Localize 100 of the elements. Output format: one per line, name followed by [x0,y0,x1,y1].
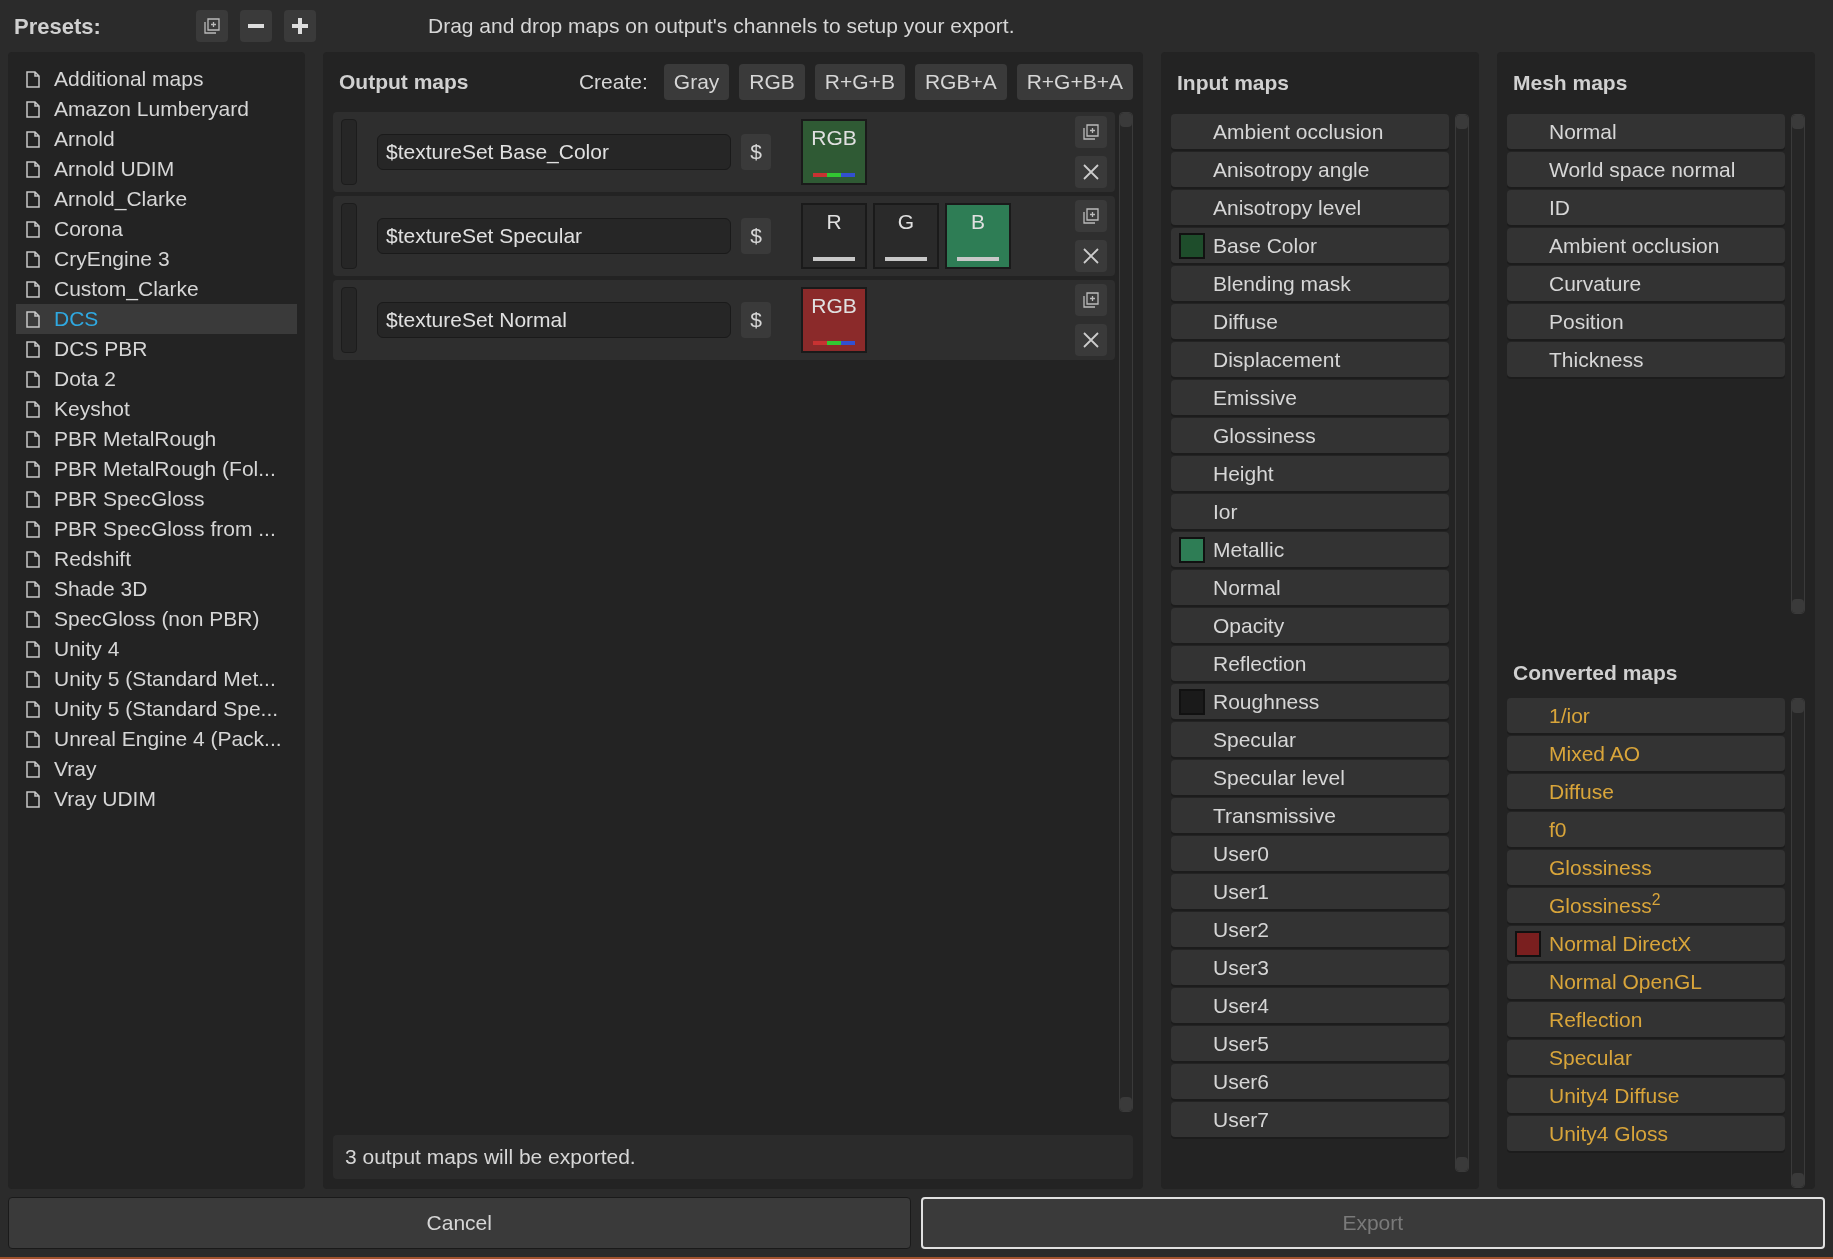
create-button[interactable]: RGB+A [914,64,1007,100]
preset-item[interactable]: Unity 5 (Standard Spe... [16,694,297,724]
map-list-item[interactable]: Glossiness [1507,850,1785,885]
map-list-item[interactable]: f0 [1507,812,1785,847]
map-list-item[interactable]: Glossiness$^{2}$ [1507,888,1785,923]
map-list-item[interactable]: Position [1507,304,1785,339]
map-list-item[interactable]: User4 [1171,988,1449,1023]
preset-item[interactable]: Shade 3D [16,574,297,604]
map-list-item[interactable]: Reflection [1171,646,1449,681]
preset-item[interactable]: Vray UDIM [16,784,297,814]
map-list-item[interactable]: Metallic [1171,532,1449,567]
map-list-item[interactable]: Roughness [1171,684,1449,719]
map-list-item[interactable]: World space normal [1507,152,1785,187]
map-list-item[interactable]: Blending mask [1171,266,1449,301]
preset-item[interactable]: Additional maps [16,64,297,94]
preset-item[interactable]: Unity 4 [16,634,297,664]
create-button[interactable]: R+G+B+A [1016,64,1133,100]
create-button[interactable]: R+G+B [814,64,905,100]
map-list-item[interactable]: Ior [1171,494,1449,529]
map-list-item[interactable]: User7 [1171,1102,1449,1137]
preset-item[interactable]: CryEngine 3 [16,244,297,274]
duplicate-button[interactable] [196,10,228,42]
map-list-item[interactable]: Displacement [1171,342,1449,377]
close-button[interactable] [1075,324,1107,356]
map-list-item[interactable]: User0 [1171,836,1449,871]
map-list-item[interactable]: Normal OpenGL [1507,964,1785,999]
map-list-item[interactable]: Specular [1171,722,1449,757]
channel-slot[interactable]: R [801,203,867,269]
map-list-item[interactable]: Diffuse [1171,304,1449,339]
map-list-item[interactable]: Height [1171,456,1449,491]
variable-button[interactable]: $ [741,218,771,254]
map-list-item[interactable]: Mixed AO [1507,736,1785,771]
preset-item[interactable]: DCS [16,304,297,334]
variable-button[interactable]: $ [741,134,771,170]
map-list-item[interactable]: User5 [1171,1026,1449,1061]
preset-item[interactable]: SpecGloss (non PBR) [16,604,297,634]
preset-item[interactable]: Amazon Lumberyard [16,94,297,124]
map-list-item[interactable]: Anisotropy level [1171,190,1449,225]
map-list-item[interactable]: Unity4 Diffuse [1507,1078,1785,1113]
map-list-item[interactable]: Unity4 Gloss [1507,1116,1785,1151]
map-label: Glossiness$^{2}$ [1549,889,1661,919]
preset-item[interactable]: Redshift [16,544,297,574]
remove-button[interactable] [240,10,272,42]
preset-item[interactable]: Arnold UDIM [16,154,297,184]
duplicate-button[interactable] [1075,284,1107,316]
preset-item[interactable]: Vray [16,754,297,784]
channel-slot[interactable]: RGB [801,287,867,353]
preset-item[interactable]: PBR SpecGloss from ... [16,514,297,544]
duplicate-button[interactable] [1075,200,1107,232]
add-button[interactable] [284,10,316,42]
map-list-item[interactable]: 1/ior [1507,698,1785,733]
map-list-item[interactable]: Normal DirectX [1507,926,1785,961]
map-list-item[interactable]: User1 [1171,874,1449,909]
channel-slot[interactable]: B [945,203,1011,269]
duplicate-button[interactable] [1075,116,1107,148]
channel-slot[interactable]: RGB [801,119,867,185]
map-name-field[interactable]: $textureSet Normal [377,302,731,338]
map-list-item[interactable]: Ambient occlusion [1171,114,1449,149]
map-name-field[interactable]: $textureSet Base_Color [377,134,731,170]
map-list-item[interactable]: Ambient occlusion [1507,228,1785,263]
preset-item[interactable]: Corona [16,214,297,244]
map-list-item[interactable]: ID [1507,190,1785,225]
map-list-item[interactable]: Transmissive [1171,798,1449,833]
close-button[interactable] [1075,240,1107,272]
preset-item[interactable]: PBR MetalRough (Fol... [16,454,297,484]
map-list-item[interactable]: User6 [1171,1064,1449,1099]
map-list-item[interactable]: Normal [1507,114,1785,149]
preset-item[interactable]: Unity 5 (Standard Met... [16,664,297,694]
map-list-item[interactable]: Diffuse [1507,774,1785,809]
map-list-item[interactable]: Specular level [1171,760,1449,795]
preset-item[interactable]: Arnold [16,124,297,154]
map-list-item[interactable]: Specular [1507,1040,1785,1075]
preset-item[interactable]: Arnold_Clarke [16,184,297,214]
map-list-item[interactable]: Thickness [1507,342,1785,377]
map-list-item[interactable]: Curvature [1507,266,1785,301]
channel-slot[interactable]: G [873,203,939,269]
preset-item[interactable]: PBR SpecGloss [16,484,297,514]
map-list-item[interactable]: Anisotropy angle [1171,152,1449,187]
map-name-field[interactable]: $textureSet Specular [377,218,731,254]
preset-item[interactable]: Keyshot [16,394,297,424]
map-list-item[interactable]: User3 [1171,950,1449,985]
map-list-item[interactable]: Glossiness [1171,418,1449,453]
close-button[interactable] [1075,156,1107,188]
preset-item[interactable]: Custom_Clarke [16,274,297,304]
map-list-item[interactable]: User2 [1171,912,1449,947]
create-button[interactable]: Gray [663,64,730,100]
document-icon [26,610,40,628]
map-list-item[interactable]: Opacity [1171,608,1449,643]
preset-item[interactable]: Unreal Engine 4 (Pack... [16,724,297,754]
preset-item[interactable]: DCS PBR [16,334,297,364]
map-list-item[interactable]: Normal [1171,570,1449,605]
map-list-item[interactable]: Base Color [1171,228,1449,263]
dialog-button[interactable]: Cancel [8,1197,911,1249]
preset-item[interactable]: PBR MetalRough [16,424,297,454]
map-list-item[interactable]: Reflection [1507,1002,1785,1037]
variable-button[interactable]: $ [741,302,771,338]
map-label: Specular [1549,1044,1632,1071]
create-button[interactable]: RGB [739,64,805,100]
preset-item[interactable]: Dota 2 [16,364,297,394]
map-list-item[interactable]: Emissive [1171,380,1449,415]
